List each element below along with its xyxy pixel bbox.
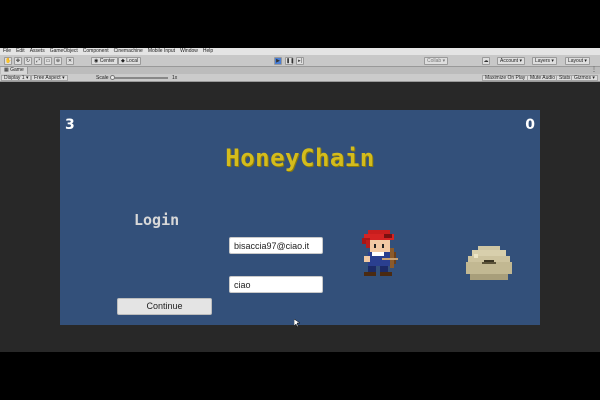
menu-component[interactable]: Component: [83, 48, 109, 55]
maximize-label: Maximize On Play: [485, 75, 526, 81]
mute-audio-toggle[interactable]: Mute Audio: [527, 75, 559, 81]
maximize-on-play-toggle[interactable]: Maximize On Play: [482, 75, 529, 81]
gizmos-dropdown[interactable]: Gizmos ▾: [571, 75, 598, 81]
pivot-local-toggle[interactable]: ◆ Local: [118, 57, 142, 65]
scale-value: 1x: [172, 75, 178, 81]
toolbar: ✋ ✥ ↻ ⤢ ▭ ⊕ ✕ ◉ Center ◆ Local ▶ ❚❚ ▸| C…: [0, 55, 600, 67]
stats-label: Stats: [559, 75, 571, 81]
score-left: 3: [65, 117, 75, 133]
password-field[interactable]: [229, 276, 323, 293]
rect-tool-icon[interactable]: ▭: [44, 57, 52, 65]
unity-editor-window: File Edit Assets GameObject Component Ci…: [0, 48, 600, 352]
menu-help[interactable]: Help: [203, 48, 213, 55]
menu-file[interactable]: File: [3, 48, 11, 55]
local-icon: ◆: [121, 58, 125, 64]
scale-slider-track[interactable]: [112, 77, 168, 79]
login-heading: Login: [134, 211, 180, 229]
game-title: HoneyChain: [225, 144, 375, 172]
tab-menu-icon[interactable]: ⋮: [591, 67, 597, 74]
game-view-options-bar: Display 1 ▾ Free Aspect ▾ Scale 1x Maxim…: [0, 74, 600, 82]
menu-cinemachine[interactable]: Cinemachine: [114, 48, 143, 55]
enemy-blob-sprite: [466, 246, 512, 280]
scale-tool-icon[interactable]: ⤢: [34, 57, 42, 65]
layout-dropdown[interactable]: Layout ▾: [565, 57, 590, 65]
email-field[interactable]: [229, 237, 323, 254]
aspect-label: Free Aspect: [34, 75, 61, 81]
step-icon[interactable]: ▸|: [296, 57, 304, 65]
pivot-local-label: Local: [126, 58, 139, 64]
mute-label: Mute Audio: [530, 75, 556, 81]
game-view: 3 0 HoneyChain Login Continue: [60, 110, 540, 327]
pivot-center-label: Center: [99, 58, 115, 64]
layers-label: Layers: [535, 58, 551, 64]
custom-tool-icon[interactable]: ✕: [66, 57, 74, 65]
scale-label: Scale: [96, 75, 109, 81]
cloud-icon[interactable]: ☁: [482, 57, 490, 65]
play-icon[interactable]: ▶: [274, 57, 282, 65]
collab-dropdown[interactable]: Collab ▾: [424, 57, 449, 65]
layout-label: Layout: [568, 58, 584, 64]
layers-dropdown[interactable]: Layers ▾: [532, 57, 557, 65]
menu-bar: File Edit Assets GameObject Component Ci…: [0, 48, 600, 55]
display-dropdown[interactable]: Display 1 ▾: [1, 75, 32, 81]
menu-gameobject[interactable]: GameObject: [50, 48, 78, 55]
move-tool-icon[interactable]: ✥: [14, 57, 22, 65]
account-dropdown[interactable]: Account ▾: [497, 57, 525, 65]
rotate-tool-icon[interactable]: ↻: [24, 57, 32, 65]
player-character-sprite: [362, 230, 398, 276]
pause-icon[interactable]: ❚❚: [285, 57, 294, 65]
display-label: Display 1: [4, 75, 25, 81]
gizmos-label: Gizmos: [574, 75, 591, 81]
game-tab-icon: ▦: [4, 67, 9, 73]
continue-button[interactable]: Continue: [117, 298, 212, 315]
score-right: 0: [525, 117, 535, 133]
account-label: Account: [500, 58, 519, 64]
tab-game[interactable]: ▦ Game: [1, 67, 28, 74]
hand-tool-icon[interactable]: ✋: [4, 57, 12, 65]
mouse-cursor-icon: [294, 319, 300, 327]
aspect-dropdown[interactable]: Free Aspect ▾: [31, 75, 68, 81]
menu-assets[interactable]: Assets: [30, 48, 45, 55]
menu-window[interactable]: Window: [180, 48, 198, 55]
menu-edit[interactable]: Edit: [16, 48, 25, 55]
tab-strip: ▦ Game ⋮: [0, 67, 600, 74]
transform-tool-icon[interactable]: ⊕: [54, 57, 62, 65]
menu-mobile-input[interactable]: Mobile Input: [148, 48, 175, 55]
pivot-icon: ◉: [94, 58, 99, 64]
tab-game-label: Game: [10, 67, 24, 73]
scale-slider-handle[interactable]: [110, 75, 115, 80]
collab-label: Collab: [427, 58, 442, 64]
pivot-center-toggle[interactable]: ◉ Center: [91, 57, 118, 65]
